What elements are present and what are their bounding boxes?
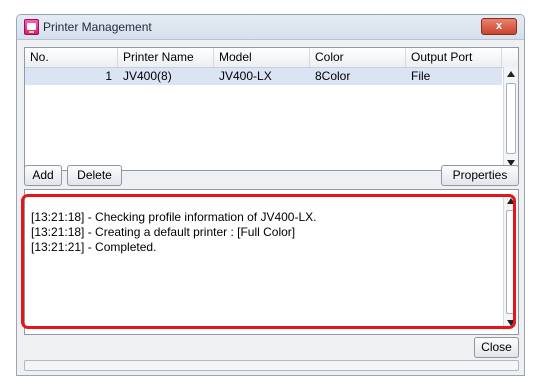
- cell-model: JV400-LX: [219, 69, 272, 83]
- cell-output-port: File: [411, 69, 431, 83]
- properties-button[interactable]: Properties: [441, 165, 519, 186]
- log-scrollbar[interactable]: [503, 194, 518, 330]
- log-line: [13:21:21] - Completed.: [31, 240, 157, 254]
- column-header-color[interactable]: Color: [310, 48, 406, 67]
- printer-table: No. Printer Name Model Color Output Port…: [24, 47, 519, 171]
- log-output: [13:21:18] - Checking profile informatio…: [24, 189, 519, 335]
- column-header-model[interactable]: Model: [214, 48, 310, 67]
- table-scrollbar[interactable]: [503, 67, 518, 170]
- title-bar[interactable]: Printer Management x: [17, 15, 524, 40]
- log-line: [13:21:18] - Creating a default printer …: [31, 225, 296, 239]
- cell-printer-name: JV400(8): [123, 69, 172, 83]
- scroll-up-arrow-icon[interactable]: [507, 71, 515, 77]
- scroll-down-arrow-icon[interactable]: [507, 320, 515, 326]
- status-progress-bar: [24, 360, 519, 371]
- table-row[interactable]: 1 JV400(8) JV400-LX 8Color File: [25, 68, 502, 85]
- table-header: No. Printer Name Model Color Output Port: [25, 48, 518, 68]
- log-lines: [13:21:18] - Checking profile informatio…: [31, 210, 498, 255]
- cell-color: 8Color: [315, 69, 351, 83]
- window-title: Printer Management: [43, 20, 152, 34]
- cell-no: 1: [105, 69, 112, 83]
- window-close-button[interactable]: x: [481, 18, 517, 35]
- close-icon: x: [495, 20, 503, 32]
- add-button[interactable]: Add: [24, 165, 62, 186]
- column-header-output-port[interactable]: Output Port: [406, 48, 502, 67]
- printer-management-window: Printer Management x No. Printer Name Mo…: [16, 14, 525, 376]
- scroll-up-arrow-icon[interactable]: [507, 198, 515, 204]
- close-button[interactable]: Close: [474, 337, 519, 358]
- delete-button[interactable]: Delete: [67, 165, 122, 186]
- column-header-no[interactable]: No.: [25, 48, 118, 67]
- log-scroll-thumb[interactable]: [506, 210, 516, 314]
- log-line: [13:21:18] - Checking profile informatio…: [31, 210, 317, 224]
- column-header-printer-name[interactable]: Printer Name: [118, 48, 214, 67]
- table-scroll-thumb[interactable]: [506, 83, 516, 154]
- app-icon: [24, 19, 39, 35]
